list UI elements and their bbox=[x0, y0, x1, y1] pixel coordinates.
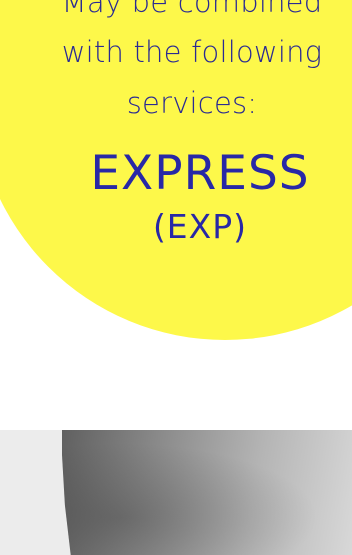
service-code: (EXP) bbox=[152, 207, 248, 246]
intro-text-line-3: services: bbox=[126, 86, 258, 120]
photo-shading bbox=[62, 430, 352, 555]
intro-text-line-2: with the following bbox=[61, 35, 323, 69]
product-photo bbox=[62, 430, 352, 555]
page: May be combined with the following servi… bbox=[0, 0, 352, 555]
service-name: EXPRESS bbox=[90, 146, 310, 201]
intro-text-line-1: May be combined bbox=[61, 0, 323, 19]
